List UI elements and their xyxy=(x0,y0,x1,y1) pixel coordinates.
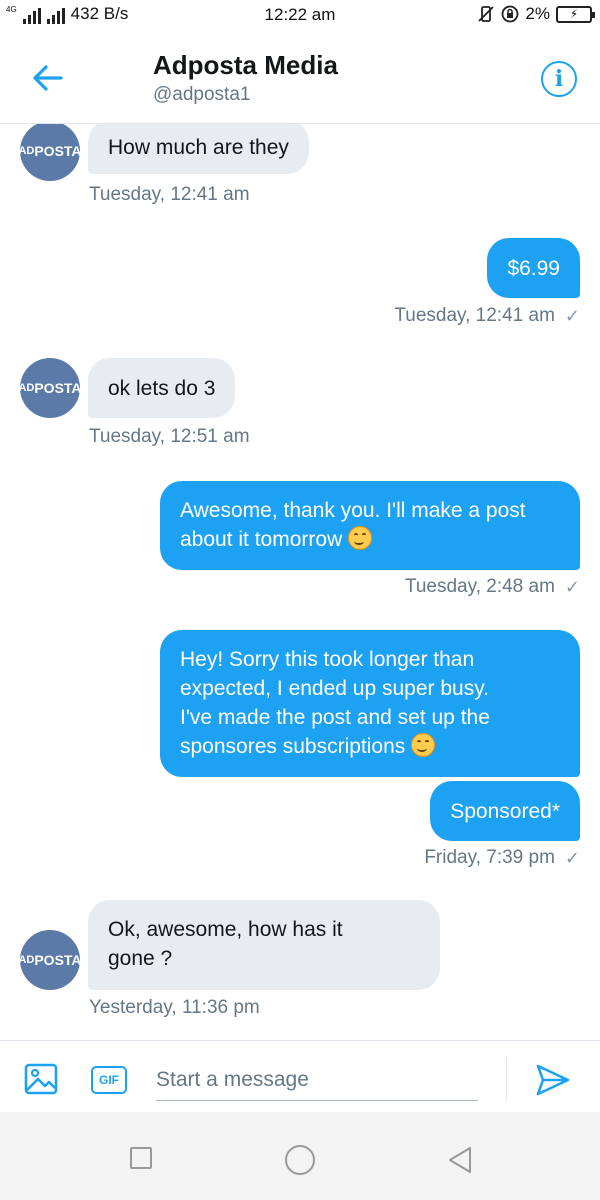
message-text: Ok, awesome, how has it xyxy=(108,918,343,941)
conversation-handle: @adposta1 xyxy=(153,84,251,105)
message-bubble-incoming[interactable]: How much are they xyxy=(88,124,309,174)
avatar-text-big: POSTA xyxy=(34,952,82,968)
message-bubble-incoming[interactable]: Ok, awesome, how has it gone ? xyxy=(88,900,440,990)
message-timestamp: Tuesday, 12:41 am xyxy=(394,305,555,326)
add-image-button[interactable] xyxy=(24,1063,58,1095)
avatar-text: AD xyxy=(18,382,35,394)
message-timestamp: Tuesday, 12:41 am xyxy=(89,184,250,205)
conversation-header: Adposta Media @adposta1 i xyxy=(0,30,600,124)
message-timestamp: Tuesday, 12:51 am xyxy=(89,426,250,447)
message-composer: GIF xyxy=(0,1040,600,1112)
message-timestamp: Yesterday, 11:36 pm xyxy=(89,997,260,1018)
back-button[interactable] xyxy=(30,60,66,96)
message-list[interactable]: AD POSTA How much are they Tuesday, 12:41… xyxy=(0,124,600,1040)
recent-apps-button[interactable] xyxy=(130,1147,152,1169)
checkmark-icon: ✓ xyxy=(564,847,580,868)
message-text: expected, I ended up super busy. xyxy=(180,677,489,700)
message-input[interactable] xyxy=(156,1059,478,1101)
battery-charging-icon: ⚡ xyxy=(556,5,595,23)
message-text: gone ? xyxy=(108,947,173,970)
avatar-text: AD xyxy=(18,954,35,966)
rotation-lock-icon xyxy=(502,5,519,23)
message-bubble-outgoing[interactable]: Awesome, thank you. I'll make a post abo… xyxy=(160,481,580,570)
message-text: Sponsored* xyxy=(450,799,560,823)
avatar[interactable]: AD POSTA xyxy=(18,930,82,990)
home-button[interactable] xyxy=(285,1145,315,1175)
message-text: Hey! Sorry this took longer than xyxy=(180,648,475,671)
composer-divider xyxy=(506,1057,507,1101)
avatar[interactable]: AD POSTA xyxy=(18,124,82,181)
message-bubble-incoming[interactable]: ok lets do 3 xyxy=(88,358,236,418)
triangle-back-icon xyxy=(449,1147,471,1173)
message-text: about it tomorrow xyxy=(180,528,343,551)
message-text: How much are they xyxy=(108,135,289,159)
message-text: I've made the post and set up the xyxy=(180,706,490,729)
message-bubble-outgoing[interactable]: Hey! Sorry this took longer than expecte… xyxy=(160,630,580,777)
image-icon xyxy=(24,1063,58,1095)
message-text: $6.99 xyxy=(507,256,560,280)
arrow-left-icon xyxy=(33,65,63,91)
system-nav-bar xyxy=(0,1112,600,1200)
message-timestamp-row: Friday, 7:39 pm ✓ xyxy=(424,847,580,869)
gif-icon: GIF xyxy=(99,1073,119,1087)
message-text-line: sponsores subscriptions xyxy=(180,732,560,761)
gif-button[interactable]: GIF xyxy=(91,1066,127,1094)
system-back-button[interactable] xyxy=(446,1145,474,1175)
message-timestamp-row: Tuesday, 12:41 am ✓ xyxy=(394,305,580,327)
smiling-face-emoji-icon xyxy=(348,526,373,550)
message-text: ok lets do 3 xyxy=(108,376,216,400)
info-button[interactable]: i xyxy=(541,61,577,97)
avatar-text-big: POSTA xyxy=(34,380,82,396)
message-timestamp-row: Tuesday, 2:48 am ✓ xyxy=(405,576,580,598)
conversation-title[interactable]: Adposta Media xyxy=(153,50,338,81)
vibrate-icon xyxy=(478,6,495,22)
message-timestamp: Friday, 7:39 pm xyxy=(424,847,555,868)
avatar-text: AD xyxy=(18,145,35,157)
battery-percent: 2% xyxy=(525,4,550,23)
checkmark-icon: ✓ xyxy=(564,305,580,326)
message-text-line: about it tomorrow xyxy=(180,525,560,554)
status-bar: 4G 432 B/s 12:22 am 2% ⚡ xyxy=(0,0,600,30)
message-timestamp: Tuesday, 2:48 am xyxy=(404,576,555,597)
avatar-text-big: POSTA xyxy=(34,143,82,159)
message-bubble-outgoing[interactable]: $6.99 xyxy=(487,238,580,298)
message-text: Awesome, thank you. I'll make a post xyxy=(180,499,526,522)
info-icon: i xyxy=(554,66,564,92)
message-text: sponsores subscriptions xyxy=(180,735,406,758)
send-icon xyxy=(536,1064,570,1096)
avatar[interactable]: AD POSTA xyxy=(18,358,82,418)
send-button[interactable] xyxy=(534,1061,572,1099)
status-right: 2% ⚡ xyxy=(477,4,595,24)
smiling-face-emoji-icon xyxy=(411,733,436,757)
checkmark-icon: ✓ xyxy=(564,576,580,597)
message-bubble-outgoing[interactable]: Sponsored* xyxy=(430,781,580,841)
